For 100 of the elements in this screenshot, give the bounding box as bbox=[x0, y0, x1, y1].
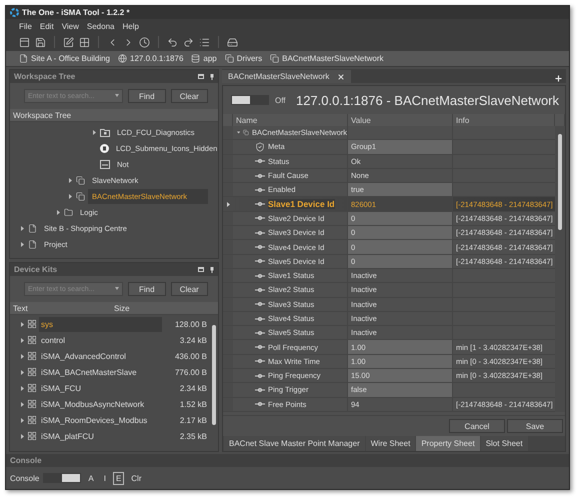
caret-icon[interactable] bbox=[68, 194, 73, 198]
menu-item[interactable]: Help bbox=[122, 22, 139, 30]
drive-button[interactable] bbox=[226, 36, 239, 48]
view-tab[interactable]: Wire Sheet bbox=[366, 436, 416, 451]
breadcrumb-item[interactable]: Site A - Office Building bbox=[31, 54, 110, 63]
caret-icon[interactable] bbox=[20, 418, 25, 422]
clear-button[interactable]: Clear bbox=[170, 282, 208, 296]
kit-size: 776.00 B bbox=[174, 368, 208, 376]
redo-button[interactable] bbox=[182, 36, 195, 48]
kit-size: 128.00 B bbox=[174, 320, 208, 328]
slot-icon bbox=[255, 345, 265, 350]
undo-button[interactable] bbox=[166, 36, 179, 48]
slot-icon bbox=[255, 230, 265, 235]
slot-icon bbox=[255, 259, 265, 264]
kit-name[interactable]: iSMA_RoomDevices_Modbus bbox=[39, 412, 162, 428]
filter-button[interactable]: A bbox=[85, 472, 97, 484]
scrollbar[interactable] bbox=[555, 126, 565, 412]
caret-icon[interactable] bbox=[20, 402, 25, 406]
layout-button[interactable] bbox=[18, 36, 31, 48]
clear-button[interactable]: Clear bbox=[170, 89, 208, 103]
badge-icon bbox=[100, 144, 109, 152]
kit-name[interactable]: iSMA_AdvancedControl bbox=[39, 348, 162, 364]
column-header: Size bbox=[114, 304, 131, 312]
grid-button[interactable] bbox=[78, 36, 91, 48]
file-icon bbox=[28, 224, 37, 232]
kit-name[interactable]: iSMA_platFCU bbox=[39, 428, 162, 444]
add-tab-icon[interactable] bbox=[554, 74, 563, 83]
menu-item[interactable]: View bbox=[62, 22, 79, 30]
kit-size: 2.34 kB bbox=[178, 384, 208, 392]
caret-icon[interactable] bbox=[20, 226, 25, 230]
undo-icon bbox=[167, 36, 178, 48]
panel-title: Workspace Tree bbox=[14, 72, 76, 81]
shield-icon bbox=[255, 142, 265, 152]
kit-name[interactable]: iSMA_BACnetMasterSlave bbox=[39, 364, 162, 380]
kit-icon bbox=[28, 352, 36, 360]
clock-button[interactable] bbox=[138, 36, 151, 48]
column-header: Text bbox=[13, 304, 29, 312]
breadcrumb-item[interactable]: app bbox=[203, 54, 217, 63]
slot-icon bbox=[255, 302, 265, 306]
column-header: Info bbox=[453, 114, 555, 126]
clear-button[interactable]: Clr bbox=[128, 472, 144, 484]
filter-button[interactable]: I bbox=[100, 472, 109, 484]
caret-icon[interactable] bbox=[20, 370, 25, 374]
menu-item[interactable]: Sedona bbox=[86, 22, 114, 30]
sheet-heading: 127.0.0.1:1876 - BACnetMasterSlaveNetwork bbox=[296, 92, 559, 108]
caret-icon[interactable] bbox=[92, 130, 97, 134]
folder-icon bbox=[64, 208, 73, 216]
dropdown-icon[interactable] bbox=[115, 287, 119, 290]
network-icon bbox=[76, 176, 85, 184]
editor-tab[interactable]: BACnetMasterSlaveNetwork bbox=[222, 70, 352, 83]
database-icon bbox=[191, 54, 200, 63]
file-icon bbox=[28, 240, 37, 248]
cancel-button[interactable]: Cancel bbox=[449, 419, 505, 433]
kit-name[interactable]: iSMA_FCU bbox=[39, 380, 162, 396]
save-button[interactable] bbox=[34, 36, 47, 48]
maximize-icon[interactable] bbox=[198, 266, 204, 272]
panel-title: Console bbox=[10, 456, 42, 465]
edit-icon bbox=[63, 36, 74, 48]
enable-toggle[interactable] bbox=[231, 95, 269, 105]
column-header: Value bbox=[348, 114, 453, 126]
clock-icon bbox=[139, 36, 150, 48]
slot-icon bbox=[255, 288, 265, 292]
caret-icon[interactable] bbox=[56, 210, 61, 214]
view-tab[interactable]: Property Sheet bbox=[416, 436, 480, 451]
caret-icon[interactable] bbox=[20, 386, 25, 390]
kit-name[interactable]: iSMA_ModbusAsyncNetwork bbox=[39, 396, 162, 412]
caret-icon[interactable] bbox=[20, 242, 25, 246]
kit-icon bbox=[28, 400, 36, 408]
console-switch[interactable] bbox=[43, 473, 82, 483]
caret-icon[interactable] bbox=[20, 354, 25, 358]
caret-icon[interactable] bbox=[20, 338, 25, 342]
network-icon bbox=[76, 192, 85, 200]
redo-icon bbox=[183, 36, 194, 48]
breadcrumb-item[interactable]: 127.0.0.1:1876 bbox=[130, 54, 184, 63]
pin-icon[interactable] bbox=[210, 74, 214, 80]
caret-icon[interactable] bbox=[20, 322, 25, 326]
console-label: Console bbox=[10, 474, 40, 482]
caret-icon[interactable] bbox=[20, 434, 25, 438]
find-button[interactable]: Find bbox=[128, 282, 166, 296]
edit-button[interactable] bbox=[62, 36, 75, 48]
slot-icon bbox=[255, 159, 265, 164]
maximize-icon[interactable] bbox=[198, 74, 204, 78]
dropdown-icon[interactable] bbox=[115, 94, 119, 97]
close-icon[interactable] bbox=[337, 72, 346, 80]
find-button[interactable]: Find bbox=[128, 89, 166, 103]
breadcrumb-item[interactable]: BACnetMasterSlaveNetwork bbox=[282, 54, 384, 63]
view-tab[interactable]: Slot Sheet bbox=[480, 436, 528, 451]
menu-item[interactable]: Edit bbox=[40, 22, 54, 30]
caret-icon[interactable] bbox=[68, 178, 73, 182]
pin-icon[interactable] bbox=[210, 266, 214, 272]
kit-icon bbox=[28, 368, 36, 376]
kit-name[interactable]: sys bbox=[39, 316, 162, 332]
save-button[interactable]: Save bbox=[507, 419, 563, 433]
menu-item[interactable]: File bbox=[19, 22, 32, 30]
network-icon bbox=[224, 54, 234, 63]
view-tab[interactable]: BACnet Slave Master Point Manager bbox=[224, 436, 365, 451]
breadcrumb-item[interactable]: Drivers bbox=[236, 54, 262, 63]
slot-icon bbox=[255, 374, 265, 378]
kit-name[interactable]: control bbox=[39, 332, 162, 348]
filter-button[interactable]: E bbox=[112, 472, 124, 484]
